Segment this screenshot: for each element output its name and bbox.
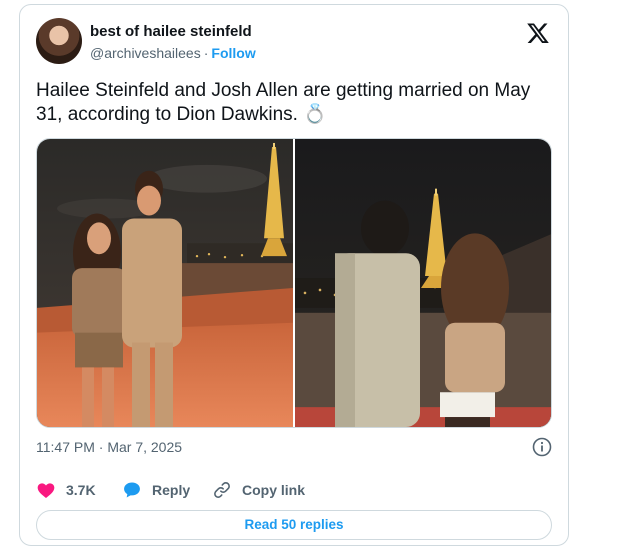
x-logo-icon[interactable] [526, 21, 550, 45]
avatar[interactable] [36, 18, 82, 64]
follow-button[interactable]: Follow [211, 45, 255, 61]
author-name[interactable]: best of hailee steinfeld [90, 23, 252, 40]
timestamp[interactable]: 11:47 PM · Mar 7, 2025 [36, 439, 182, 455]
like-count: 3.7K [66, 482, 96, 498]
like-button[interactable]: 3.7K [36, 479, 96, 501]
reply-label: Reply [152, 482, 191, 498]
heart-icon [37, 483, 55, 498]
info-icon[interactable] [532, 437, 552, 457]
link-icon [214, 482, 230, 498]
copy-link-label: Copy link [242, 482, 306, 498]
photo-couple-back[interactable] [295, 139, 551, 427]
tweet-text: Hailee Steinfeld and Josh Allen are gett… [36, 80, 531, 125]
separator: · [203, 45, 209, 61]
reply-button[interactable]: Reply [122, 479, 190, 501]
photo-couple-facing[interactable] [37, 139, 293, 427]
tweet-media[interactable] [36, 138, 552, 428]
tweet-actions: 3.7K Reply Copy link [36, 479, 536, 501]
author-subline: @archiveshailees · Follow [90, 45, 256, 61]
tweet-header: best of hailee steinfeld @archiveshailee… [36, 15, 552, 69]
copy-link-button[interactable]: Copy link [212, 479, 305, 501]
tweet-card: best of hailee steinfeld @archiveshailee… [19, 4, 569, 546]
author-handle[interactable]: @archiveshailees [90, 45, 201, 61]
reply-bubble-icon [124, 482, 140, 498]
read-replies-button[interactable]: Read 50 replies [36, 510, 552, 540]
